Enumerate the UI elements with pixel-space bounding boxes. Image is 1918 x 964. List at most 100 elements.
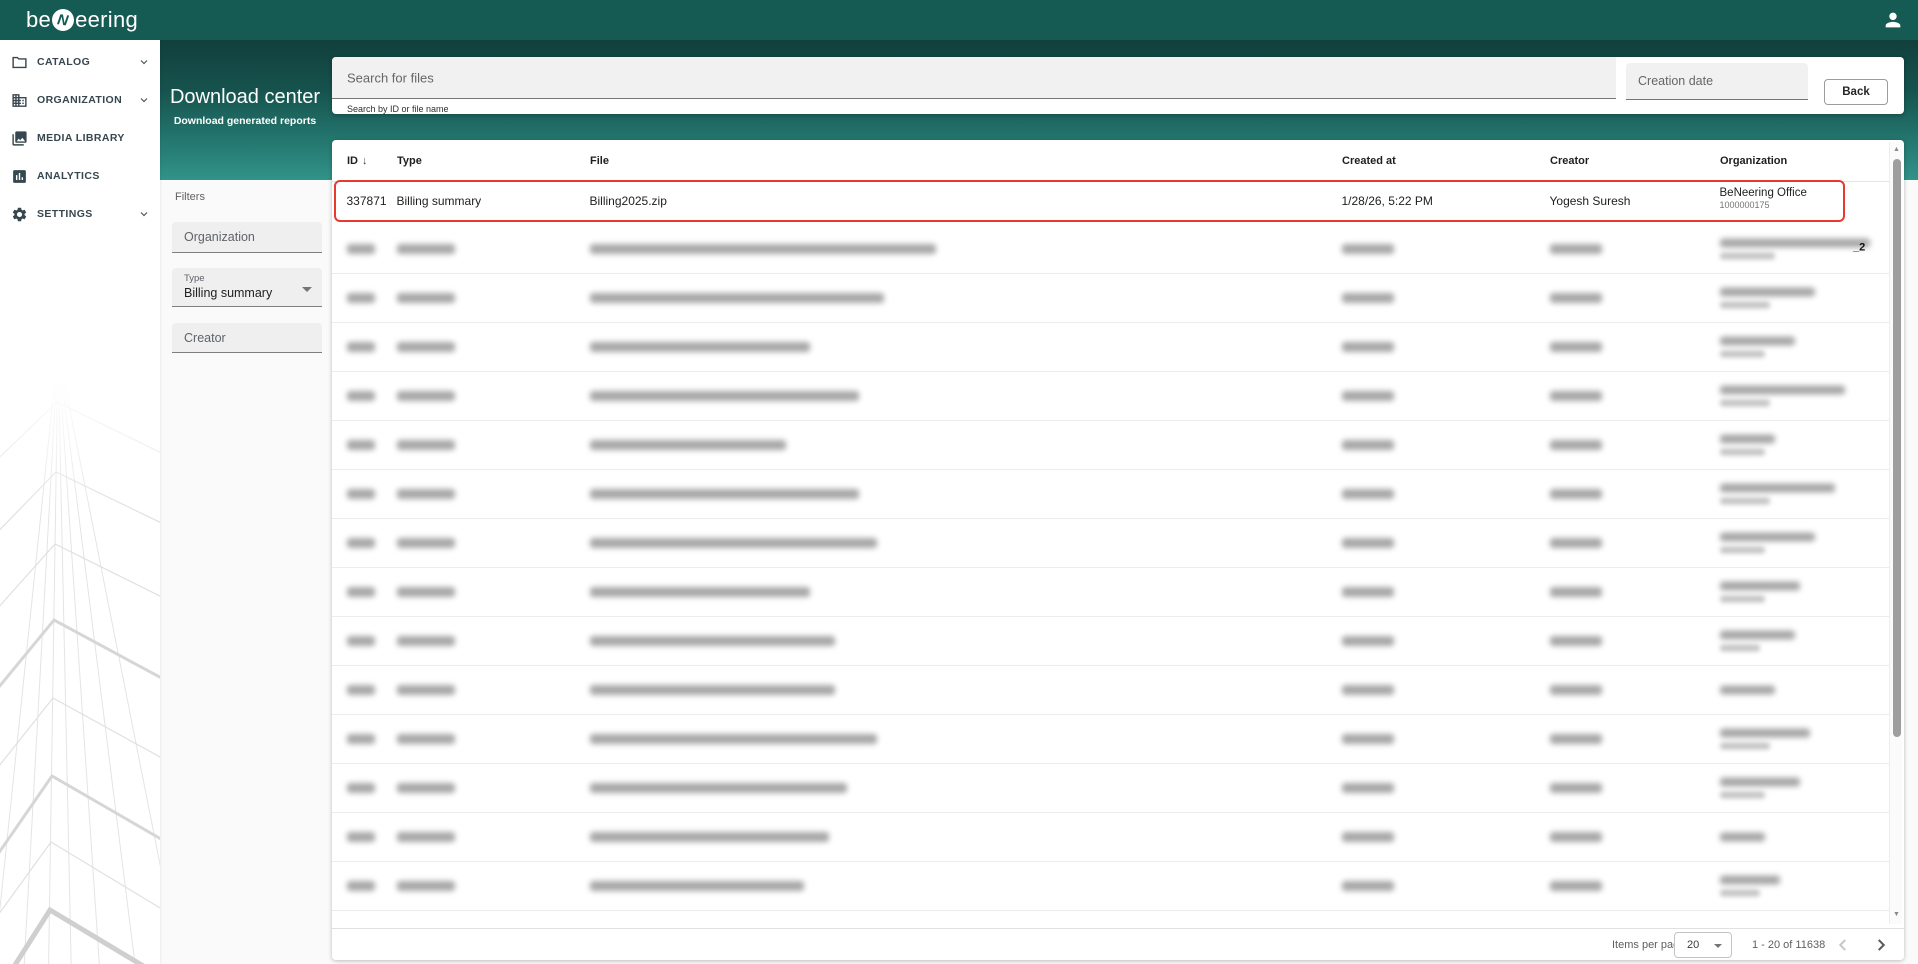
creation-date-placeholder: Creation date [1638, 74, 1713, 88]
blurred-cell-organization [1720, 435, 1775, 456]
previous-page-button[interactable] [1832, 934, 1854, 956]
sidebar-item-label: ANALYTICS [37, 170, 100, 182]
search-input[interactable]: Search for files [332, 57, 1616, 99]
table-row[interactable] [332, 666, 1889, 715]
blurred-cell-id [347, 783, 375, 793]
table-row[interactable] [332, 470, 1889, 519]
dropdown-arrow-icon [1714, 944, 1722, 948]
blurred-cell-created-at [1342, 293, 1394, 303]
blurred-cell-creator [1550, 783, 1602, 793]
blurred-cell-file [590, 587, 810, 597]
table-row[interactable] [332, 617, 1889, 666]
blurred-cell-file [590, 685, 835, 695]
table-row[interactable] [332, 372, 1889, 421]
column-header-id[interactable]: ID↓ [347, 140, 368, 182]
table-row[interactable] [332, 421, 1889, 470]
download-center-page: Download center Download generated repor… [0, 0, 1918, 964]
scroll-up-icon[interactable]: ▲ [1890, 146, 1903, 153]
blurred-cell-id [347, 244, 375, 254]
beneering-logo[interactable]: beNeering [26, 0, 138, 40]
blurred-cell-created-at [1342, 881, 1394, 891]
blurred-cell-type [397, 391, 455, 401]
files-table-card: ID↓ Type File Created at Creator Organiz… [332, 140, 1904, 960]
creator-filter-input[interactable]: Creator [172, 323, 322, 353]
chevron-right-icon [1870, 934, 1892, 956]
blurred-cell-organization [1720, 582, 1800, 603]
blurred-cell-organization [1720, 686, 1775, 695]
blurred-cell-id [347, 587, 375, 597]
blurred-cell-creator [1550, 244, 1602, 254]
creator-filter-placeholder: Creator [184, 331, 226, 345]
building-icon [11, 92, 28, 109]
cell-created-at: 1/28/26, 5:22 PM [1342, 194, 1433, 208]
blurred-cell-type [397, 636, 455, 646]
user-account-button[interactable] [1882, 9, 1904, 31]
blurred-cell-organization [1720, 631, 1795, 652]
column-header-created-at[interactable]: Created at [1342, 140, 1396, 182]
sidebar-item-settings[interactable]: SETTINGS [0, 195, 160, 233]
blurred-cell-id [347, 293, 375, 303]
blurred-cell-file [590, 832, 829, 842]
scrollbar-thumb[interactable] [1893, 159, 1901, 737]
page-size-select[interactable]: 20 [1674, 932, 1732, 958]
table-scrollbar[interactable]: ▲ ▼ [1889, 142, 1902, 924]
type-filter-select[interactable]: Type Billing summary [172, 268, 322, 307]
analytics-icon [11, 168, 28, 185]
table-row-highlighted[interactable]: 337871 Billing summary Billing2025.zip 1… [334, 180, 1845, 222]
column-header-file[interactable]: File [590, 140, 609, 182]
sidebar-item-media-library[interactable]: MEDIA LIBRARY [0, 119, 160, 157]
cell-file: Billing2025.zip [590, 194, 667, 208]
organization-name-suffix: _2 [1853, 242, 1865, 254]
blurred-cell-id [347, 636, 375, 646]
sidebar: CATALOG ORGANIZATION MEDIA LIBRARY [0, 40, 160, 964]
blurred-cell-creator [1550, 832, 1602, 842]
filters-title: Filters [175, 191, 205, 203]
next-page-button[interactable] [1870, 934, 1892, 956]
sidebar-item-label: CATALOG [37, 56, 90, 68]
organization-id: 1000000175 [1720, 200, 1807, 210]
sidebar-item-analytics[interactable]: ANALYTICS [0, 157, 160, 195]
blurred-cell-id [347, 685, 375, 695]
creation-date-input[interactable]: Creation date [1626, 63, 1808, 100]
table-row[interactable] [332, 764, 1889, 813]
blurred-cell-id [347, 342, 375, 352]
table-row[interactable] [332, 274, 1889, 323]
blurred-cell-file [590, 244, 936, 254]
blurred-cell-id [347, 489, 375, 499]
blurred-cell-creator [1550, 391, 1602, 401]
search-card: Search for files Search by ID or file na… [332, 57, 1904, 114]
sidebar-item-organization[interactable]: ORGANIZATION [0, 81, 160, 119]
blurred-cell-creator [1550, 489, 1602, 499]
blurred-cell-file [590, 538, 877, 548]
table-row[interactable] [332, 813, 1889, 862]
table-row[interactable] [332, 715, 1889, 764]
scroll-down-icon[interactable]: ▼ [1890, 911, 1903, 918]
column-header-organization[interactable]: Organization [1720, 140, 1787, 182]
page-range-label: 1 - 20 of 11638 [1752, 939, 1825, 951]
blurred-cell-creator [1550, 293, 1602, 303]
blurred-cell-type [397, 342, 455, 352]
column-header-type[interactable]: Type [397, 140, 422, 182]
blurred-cell-creator [1550, 587, 1602, 597]
blurred-cell-type [397, 881, 455, 891]
blurred-cell-created-at [1342, 244, 1394, 254]
column-header-creator[interactable]: Creator [1550, 140, 1589, 182]
top-app-bar: beNeering [0, 0, 1918, 40]
table-row[interactable] [332, 519, 1889, 568]
organization-filter-input[interactable]: Organization [172, 222, 322, 253]
blurred-cell-type [397, 440, 455, 450]
blurred-cell-file [590, 734, 877, 744]
sidebar-item-catalog[interactable]: CATALOG [0, 43, 160, 81]
table-row[interactable] [332, 568, 1889, 617]
table-row[interactable] [332, 323, 1889, 372]
back-button[interactable]: Back [1824, 79, 1888, 105]
blurred-cell-organization [1720, 729, 1810, 750]
blurred-cell-creator [1550, 685, 1602, 695]
page-title-block: Download center Download generated repor… [160, 86, 330, 127]
table-row[interactable]: _2 [332, 225, 1889, 274]
blurred-cell-created-at [1342, 342, 1394, 352]
blurred-cell-created-at [1342, 783, 1394, 793]
blurred-cell-type [397, 832, 455, 842]
blurred-cell-file [590, 293, 884, 303]
table-row[interactable] [332, 862, 1889, 911]
